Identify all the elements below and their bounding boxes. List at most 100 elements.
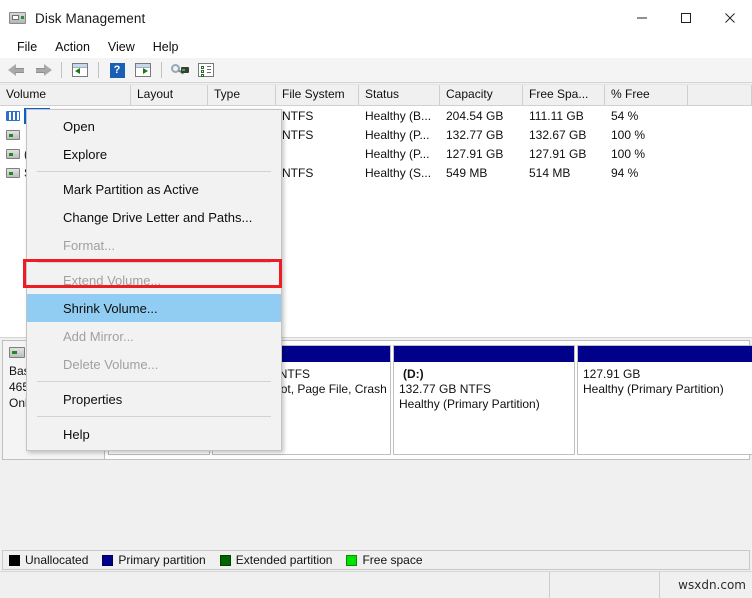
- column-header-spare[interactable]: [688, 85, 752, 105]
- disk-management-window: Disk Management File Action View Help ? …: [0, 0, 752, 598]
- menu-action[interactable]: Action: [46, 38, 99, 56]
- cell-status: Healthy (P...: [365, 127, 430, 142]
- legend-label: Free space: [362, 553, 423, 567]
- status-panel-main: [0, 572, 550, 598]
- status-bar: wsxdn.com: [0, 571, 752, 598]
- context-menu-separator: [37, 381, 271, 382]
- cell-status: Healthy (P...: [365, 146, 430, 161]
- column-header-layout[interactable]: Layout: [131, 85, 208, 105]
- close-button[interactable]: [708, 0, 752, 36]
- legend-label: Extended partition: [235, 553, 333, 567]
- column-header-volume[interactable]: Volume: [0, 85, 131, 105]
- minimize-button[interactable]: [620, 0, 664, 36]
- context-menu-separator: [37, 262, 271, 263]
- toolbar-separator: [161, 62, 162, 78]
- context-menu-item-change-drive-letter-and-paths[interactable]: Change Drive Letter and Paths...: [27, 203, 281, 231]
- cell-percent-free: 100 %: [611, 127, 646, 142]
- cell-status: Healthy (B...: [365, 108, 432, 123]
- context-menu-item-mark-partition-as-active[interactable]: Mark Partition as Active: [27, 175, 281, 203]
- cell-free-space: 111.11 GB: [529, 108, 584, 123]
- legend: Unallocated Primary partition Extended p…: [2, 550, 750, 570]
- toolbar-separator: [61, 62, 62, 78]
- cell-capacity: 127.91 GB: [446, 146, 504, 161]
- context-menu-item-explore[interactable]: Explore: [27, 140, 281, 168]
- show-hide-console-tree-icon: [72, 63, 88, 77]
- context-menu-item-add-mirror: Add Mirror...: [63, 328, 134, 344]
- cell-percent-free: 54 %: [611, 108, 639, 123]
- cell-capacity: 132.77 GB: [446, 127, 504, 142]
- column-header-type[interactable]: Type: [208, 85, 276, 105]
- cell-capacity: 549 MB: [446, 165, 488, 180]
- toolbar: ?: [0, 58, 752, 83]
- menu-help[interactable]: Help: [144, 38, 188, 56]
- show-hide-action-pane-icon: [135, 63, 151, 77]
- volume-icon: [6, 129, 20, 140]
- cell-free-space: 132.67 GB: [529, 127, 587, 142]
- watermark: wsxdn.com: [678, 578, 746, 592]
- properties-list-icon: [198, 63, 214, 77]
- legend-item-free-space: Free space: [346, 553, 423, 567]
- rescan-disks-button[interactable]: [167, 59, 193, 81]
- forward-button[interactable]: [30, 59, 56, 81]
- show-hide-console-tree-button[interactable]: [67, 59, 93, 81]
- legend-item-unallocated: Unallocated: [9, 553, 88, 567]
- partition-status: Healthy (Primary Partition): [583, 382, 724, 396]
- partition-size: 127.91 GB: [583, 367, 641, 381]
- disk-drive-icon: [9, 10, 27, 26]
- cell-file-system: NTFS: [282, 165, 314, 180]
- context-menu-item-extend-volume: Extend Volume...: [63, 272, 162, 288]
- partition-block[interactable]: (D:) 132.77 GB NTFS Healthy (Primary Par…: [393, 345, 575, 455]
- context-menu-separator: [37, 416, 271, 417]
- context-menu-separator: [37, 171, 271, 172]
- forward-icon: [34, 63, 52, 77]
- volume-list-header: Volume Layout Type File System Status Ca…: [0, 84, 752, 106]
- partition-cap: [394, 346, 574, 363]
- back-button[interactable]: [4, 59, 30, 81]
- context-menu-item-help[interactable]: Help: [27, 420, 281, 448]
- cell-percent-free: 94 %: [611, 165, 639, 180]
- legend-label: Primary partition: [118, 553, 206, 567]
- legend-swatch-free-space: [346, 554, 358, 566]
- maximize-button[interactable]: [664, 0, 708, 36]
- partition-status: Healthy (Primary Partition): [399, 397, 540, 411]
- title-bar: Disk Management: [0, 0, 752, 36]
- partition-label: (D:): [403, 367, 424, 381]
- column-header-file-system[interactable]: File System: [276, 85, 359, 105]
- volume-icon: [6, 167, 20, 178]
- rescan-disks-icon: [171, 63, 189, 77]
- legend-item-extended-partition: Extended partition: [219, 553, 333, 567]
- legend-item-primary-partition: Primary partition: [102, 553, 206, 567]
- context-menu-item-delete-volume: Delete Volume...: [63, 356, 159, 372]
- window-controls: [620, 0, 752, 36]
- column-header-capacity[interactable]: Capacity: [440, 85, 523, 105]
- cell-free-space: 514 MB: [529, 165, 571, 180]
- column-header-status[interactable]: Status: [359, 85, 440, 105]
- partition-cap: [578, 346, 752, 363]
- legend-swatch-primary-partition: [102, 554, 114, 566]
- menu-file[interactable]: File: [8, 38, 46, 56]
- help-icon: ?: [109, 62, 125, 78]
- context-menu-item-shrink-volume[interactable]: Shrink Volume...: [27, 294, 281, 322]
- properties-button[interactable]: [193, 59, 219, 81]
- show-hide-action-pane-button[interactable]: [130, 59, 156, 81]
- context-menu: Open Explore Mark Partition as Active Ch…: [26, 109, 282, 451]
- legend-swatch-unallocated: [9, 554, 20, 566]
- cell-capacity: 204.54 GB: [446, 108, 504, 123]
- legend-swatch-extended-partition: [219, 554, 231, 566]
- legend-label: Unallocated: [25, 553, 89, 567]
- column-header-percent-free[interactable]: % Free: [605, 85, 688, 105]
- cell-status: Healthy (S...: [365, 165, 432, 180]
- volume-icon: [6, 148, 20, 159]
- cell-file-system: NTFS: [282, 127, 314, 142]
- context-menu-item-properties[interactable]: Properties: [27, 385, 281, 413]
- partition-block[interactable]: 127.91 GB Healthy (Primary Partition): [577, 345, 752, 455]
- system-volume-icon: [6, 110, 20, 121]
- column-header-free-space[interactable]: Free Spa...: [523, 85, 605, 105]
- disk-icon: [9, 347, 25, 358]
- menu-view[interactable]: View: [99, 38, 144, 56]
- cell-free-space: 127.91 GB: [529, 146, 587, 161]
- menu-bar: File Action View Help: [0, 36, 752, 58]
- context-menu-item-open[interactable]: Open: [27, 112, 281, 140]
- help-button[interactable]: ?: [104, 59, 130, 81]
- back-icon: [8, 63, 26, 77]
